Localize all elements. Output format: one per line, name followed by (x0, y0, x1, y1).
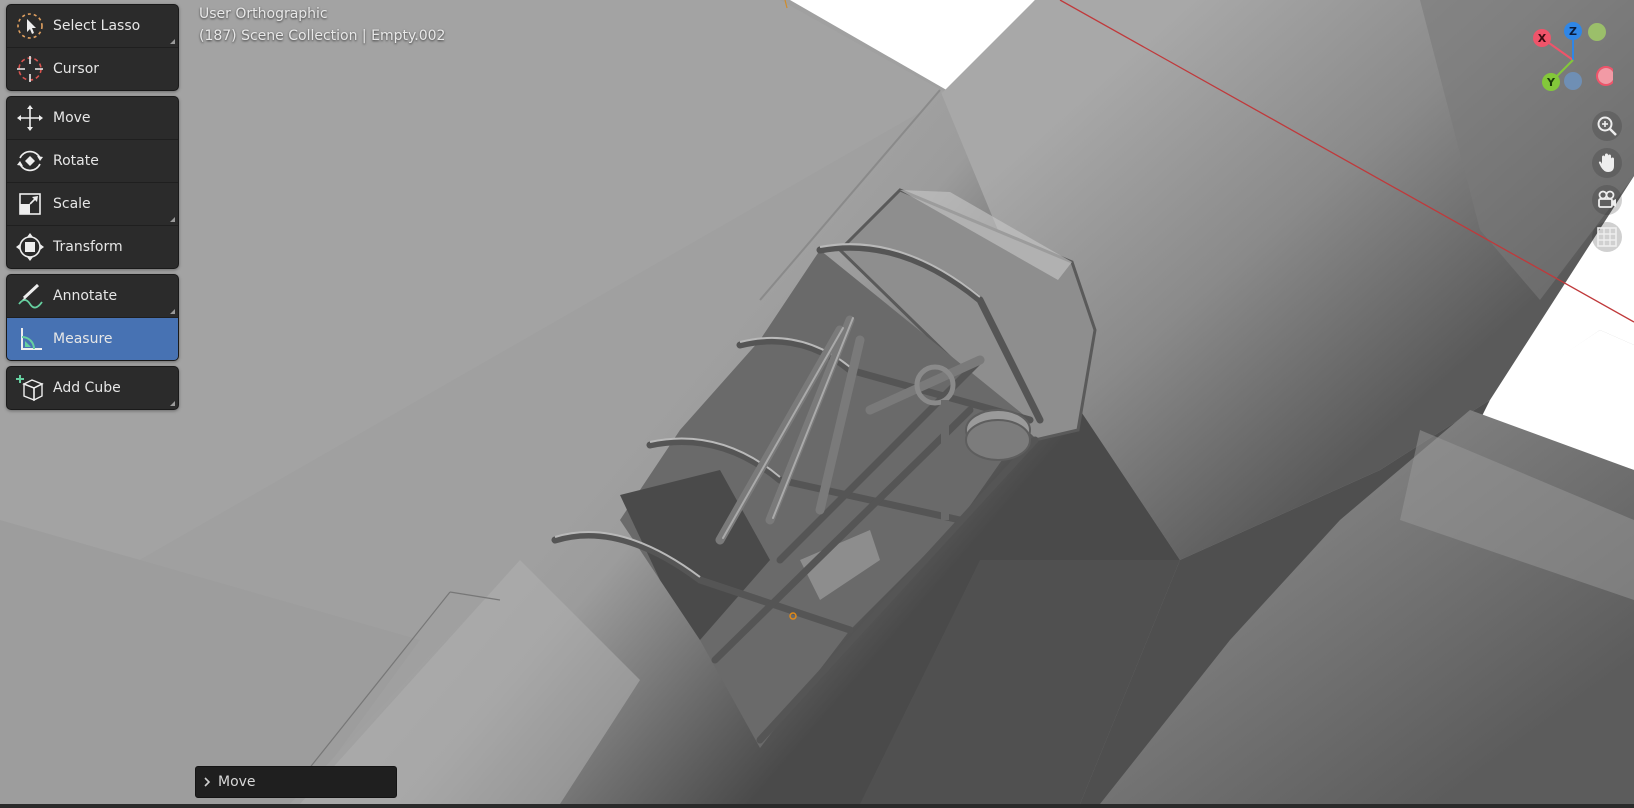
gizmo-x-label: X (1538, 32, 1547, 45)
tool-measure[interactable]: Measure (7, 318, 178, 360)
camera-icon[interactable] (1592, 185, 1622, 215)
tool-label: Cursor (53, 61, 100, 77)
tool-group: Move Rotate Scale Transform (6, 96, 179, 269)
tool-label: Annotate (53, 288, 118, 304)
zoom-icon[interactable] (1592, 111, 1622, 141)
tool-annotate[interactable]: Annotate (7, 275, 178, 318)
tool-label: Select Lasso (53, 18, 141, 34)
tool-select-lasso[interactable]: Select Lasso (7, 5, 178, 48)
tool-label: Move (53, 110, 91, 126)
tool-group: Add Cube (6, 366, 179, 410)
submenu-indicator (170, 217, 175, 222)
status-bar (0, 804, 1634, 808)
gizmo-z-label: Z (1569, 25, 1577, 38)
add-cube-icon (7, 367, 53, 409)
scene-info: (187) Scene Collection | Empty.002 (199, 28, 446, 44)
chevron-right-icon (196, 776, 218, 788)
tool-label: Scale (53, 196, 91, 212)
tool-cursor[interactable]: Cursor (7, 48, 178, 90)
tool-group: Select Lasso Cursor (6, 4, 179, 91)
tool-move[interactable]: Move (7, 97, 178, 140)
last-operator-label: Move (218, 774, 256, 790)
3d-viewport[interactable]: User Orthographic (187) Scene Collection… (0, 0, 1634, 804)
tool-label: Transform (53, 239, 123, 255)
tool-add-cube[interactable]: Add Cube (7, 367, 178, 409)
submenu-indicator (170, 309, 175, 314)
tool-label: Add Cube (53, 380, 121, 396)
move-icon (7, 97, 53, 139)
select-lasso-icon (7, 5, 53, 47)
gizmo-y-label: Y (1546, 76, 1556, 89)
rotate-icon (7, 140, 53, 182)
gizmo-z-negative[interactable] (1564, 72, 1582, 90)
navigation-gizmo[interactable]: X Z Y (1533, 20, 1616, 100)
tool-scale[interactable]: Scale (7, 183, 178, 226)
measure-icon (7, 318, 53, 360)
grid-icon[interactable] (1592, 222, 1622, 252)
tool-rotate[interactable]: Rotate (7, 140, 178, 183)
tool-transform[interactable]: Transform (7, 226, 178, 268)
gizmo-y-negative[interactable] (1588, 23, 1606, 41)
tool-label: Measure (53, 331, 113, 347)
submenu-indicator (170, 401, 175, 406)
transform-icon (7, 226, 53, 268)
cursor-icon (7, 48, 53, 90)
tool-group: Annotate Measure (6, 274, 179, 361)
tool-shelf: Select Lasso Cursor Move Rotate Scale Transfo… (6, 4, 179, 415)
tool-label: Rotate (53, 153, 99, 169)
last-operator-panel[interactable]: Move (195, 766, 397, 798)
annotate-icon (7, 275, 53, 317)
pan-hand-icon[interactable] (1592, 148, 1622, 178)
view-name: User Orthographic (199, 6, 328, 22)
submenu-indicator (170, 39, 175, 44)
scale-icon (7, 183, 53, 225)
scene-render (0, 0, 1634, 804)
